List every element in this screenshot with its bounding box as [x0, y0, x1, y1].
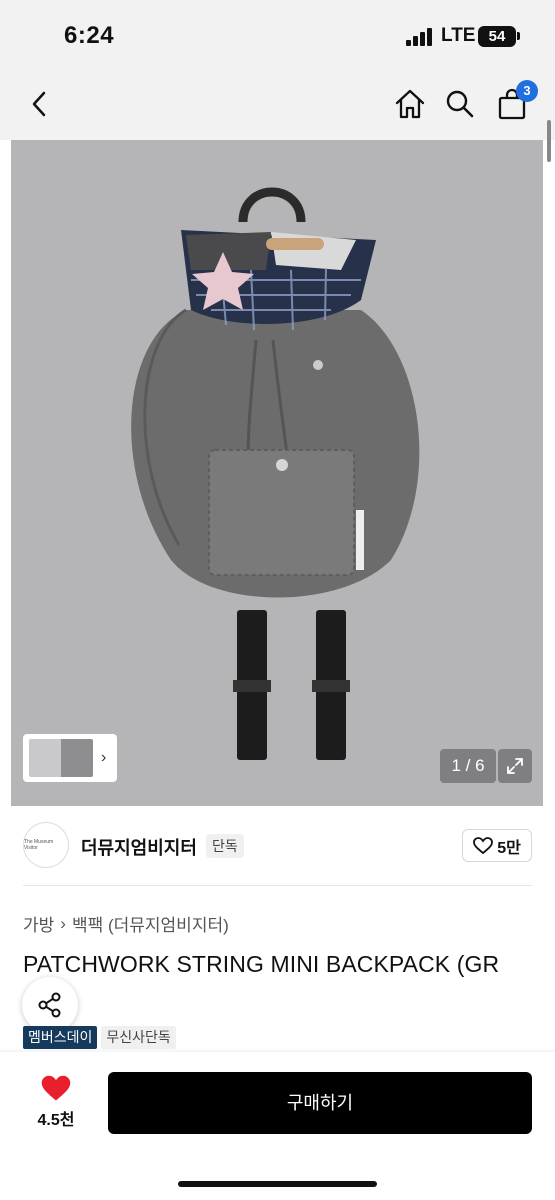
- cart-button[interactable]: 3: [492, 80, 538, 124]
- expand-button[interactable]: [498, 749, 532, 783]
- home-indicator: [178, 1181, 377, 1187]
- brand-exclusive-tag: 단독: [206, 834, 244, 858]
- product-badges: 멤버스데이 무신사단독: [23, 1026, 176, 1049]
- heart-filled-icon: [41, 1075, 71, 1100]
- chevron-left-icon: [32, 91, 46, 117]
- battery-icon: 54: [478, 26, 516, 47]
- top-nav: 3: [0, 72, 555, 140]
- breadcrumb-category[interactable]: 가방: [23, 911, 54, 936]
- brand-name[interactable]: 더뮤지엄비지터: [81, 834, 197, 860]
- expand-icon: [507, 758, 523, 774]
- back-button[interactable]: [20, 84, 60, 124]
- brand-logo-text: The Museum Visitor: [24, 839, 54, 851]
- wishlist-button[interactable]: 4.5천: [22, 1070, 90, 1134]
- search-button[interactable]: [440, 84, 480, 124]
- image-counter: 1 / 6: [440, 749, 496, 783]
- network-label: LTE: [441, 25, 476, 46]
- product-image[interactable]: › 1 / 6: [11, 140, 543, 806]
- search-icon: [446, 90, 474, 118]
- status-bar: 6:24 LTE 54: [0, 0, 555, 72]
- wishlist-count: 4.5천: [37, 1111, 75, 1129]
- chevron-right-icon[interactable]: ›: [101, 749, 106, 767]
- brand-row: The Museum Visitor 더뮤지엄비지터 단독 5만: [23, 818, 532, 874]
- share-button[interactable]: [22, 977, 78, 1033]
- battery-tip: [517, 32, 520, 40]
- product-title: PATCHWORK STRING MINI BACKPACK (GR: [23, 951, 500, 977]
- status-time: 6:24: [64, 22, 115, 49]
- home-button[interactable]: [390, 84, 430, 124]
- cart-count-badge: 3: [516, 80, 538, 102]
- signal-icon: [406, 28, 436, 46]
- chevron-right-icon: ›: [60, 913, 66, 933]
- breadcrumb: 가방 › 백팩 (더뮤지엄비지터): [23, 911, 229, 936]
- thumbnail-image[interactable]: [29, 739, 93, 777]
- thumbnail-strip[interactable]: ›: [23, 734, 117, 782]
- divider: [23, 885, 532, 886]
- home-icon: [395, 89, 425, 119]
- buy-button[interactable]: 구매하기: [108, 1072, 532, 1134]
- brand-like-count: 5만: [497, 839, 521, 857]
- share-icon: [38, 992, 61, 1018]
- brand-like-button[interactable]: 5만: [462, 829, 532, 862]
- backpack-illustration: [131, 187, 420, 760]
- heart-outline-icon: [473, 836, 494, 854]
- badge-members-day: 멤버스데이: [23, 1026, 98, 1049]
- scroll-indicator: [547, 120, 551, 162]
- bottom-action-bar: 4.5천 구매하기: [0, 1052, 555, 1200]
- badge-musinsa-exclusive: 무신사단독: [101, 1026, 176, 1049]
- brand-logo[interactable]: The Museum Visitor: [23, 822, 69, 868]
- breadcrumb-subcategory[interactable]: 백팩 (더뮤지엄비지터): [72, 911, 229, 936]
